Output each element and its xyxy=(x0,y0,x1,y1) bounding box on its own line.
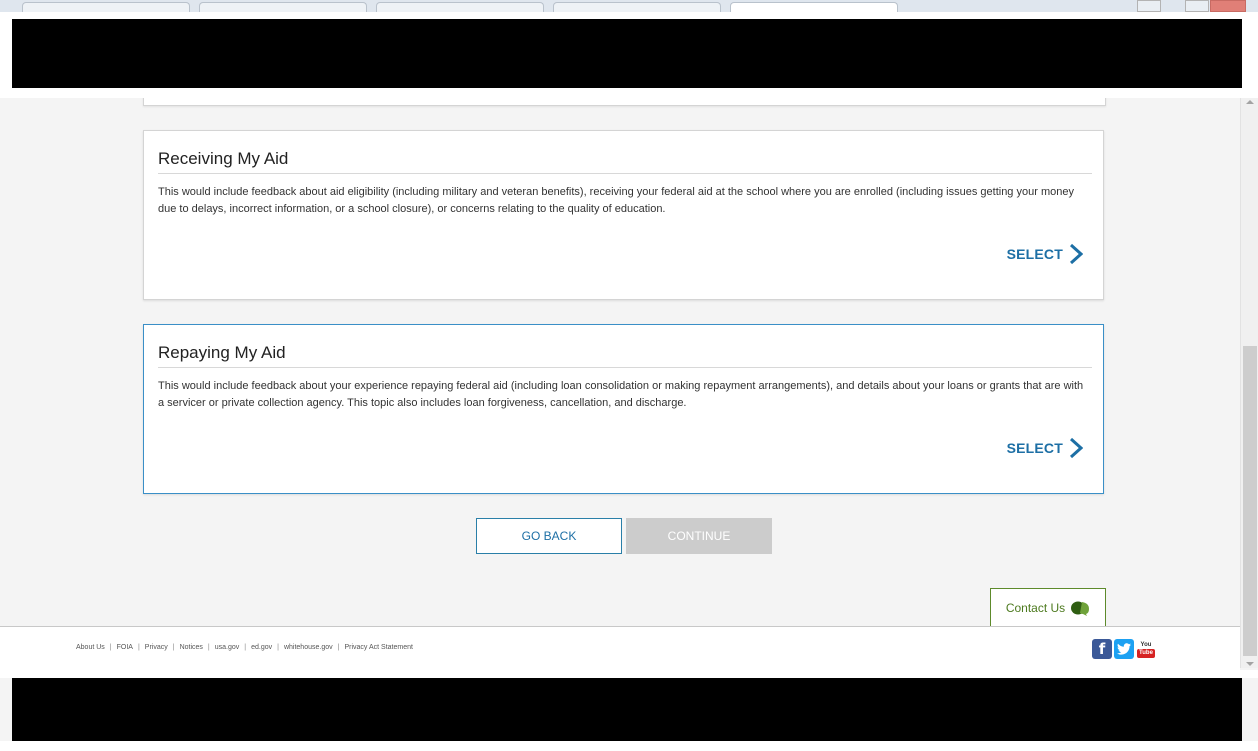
select-repaying-aid-button[interactable]: SELECT xyxy=(1007,437,1083,459)
page-footer: About Us | FOIA | Privacy | Notices | us… xyxy=(0,626,1240,671)
topic-card-title: Receiving My Aid xyxy=(158,149,1092,174)
facebook-icon[interactable]: f xyxy=(1092,639,1112,659)
footer-separator: | xyxy=(244,644,247,651)
scroll-up-icon[interactable] xyxy=(1246,100,1254,104)
topic-card-repaying-aid[interactable]: Repaying My Aid This would include feedb… xyxy=(143,324,1104,494)
footer-link-privacy[interactable]: Privacy xyxy=(145,644,168,651)
topic-card-description: This would include feedback about your e… xyxy=(158,380,1084,409)
footer-separator: | xyxy=(172,644,175,651)
chat-bubble-icon xyxy=(1071,601,1090,616)
footer-link-privacy-act[interactable]: Privacy Act Statement xyxy=(344,644,412,651)
footer-link-foia[interactable]: FOIA xyxy=(117,644,133,651)
restore-window-button[interactable] xyxy=(1185,0,1209,12)
footer-link-notices[interactable]: Notices xyxy=(180,644,203,651)
footer-link-ed-gov[interactable]: ed.gov xyxy=(251,644,272,651)
select-label: SELECT xyxy=(1006,246,1063,262)
footer-link-about-us[interactable]: About Us xyxy=(76,644,105,651)
footer-separator: | xyxy=(337,644,340,651)
topic-card-receiving-aid[interactable]: Receiving My Aid This would include feed… xyxy=(143,130,1104,300)
topic-card-description: This would include feedback about aid el… xyxy=(158,186,1074,215)
continue-button[interactable]: CONTINUE xyxy=(626,518,772,554)
twitter-icon[interactable] xyxy=(1114,639,1134,659)
redacted-footer-region xyxy=(12,678,1242,741)
browser-viewport: Receiving My Aid This would include feed… xyxy=(0,0,1258,751)
go-back-button[interactable]: GO BACK xyxy=(476,518,622,554)
select-receiving-aid-button[interactable]: SELECT xyxy=(1007,243,1083,265)
chevron-right-icon xyxy=(1069,243,1083,265)
footer-separator: | xyxy=(137,644,140,651)
scroll-down-icon[interactable] xyxy=(1246,662,1254,666)
twitter-bird-icon xyxy=(1117,643,1131,655)
footer-separator: | xyxy=(277,644,279,651)
youtube-icon[interactable]: You Tube xyxy=(1136,639,1156,659)
chevron-right-icon xyxy=(1069,437,1083,459)
footer-link-whitehouse-gov[interactable]: whitehouse.gov xyxy=(284,644,333,651)
minimize-window-button[interactable] xyxy=(1137,0,1161,12)
topic-card-title: Repaying My Aid xyxy=(158,343,1092,368)
social-links: f You Tube xyxy=(1092,639,1156,659)
youtube-you-text: You xyxy=(1140,641,1152,648)
footer-link-usa-gov[interactable]: usa.gov xyxy=(215,644,240,651)
footer-separator: | xyxy=(109,644,112,651)
scrollbar-thumb[interactable] xyxy=(1243,346,1257,656)
youtube-tube-text: Tube xyxy=(1137,648,1155,658)
footer-gap xyxy=(0,670,1258,678)
page-scrollbar[interactable] xyxy=(1240,98,1258,668)
previous-topic-card[interactable] xyxy=(143,98,1106,106)
footer-separator: | xyxy=(207,644,210,651)
contact-us-label: Contact Us xyxy=(1005,600,1066,615)
main-content: Receiving My Aid This would include feed… xyxy=(0,98,1240,626)
footer-links: About Us | FOIA | Privacy | Notices | us… xyxy=(76,644,413,651)
close-window-button[interactable] xyxy=(1210,0,1246,12)
bottom-area xyxy=(0,741,1258,751)
navigation-buttons: GO BACK CONTINUE xyxy=(476,518,772,554)
redacted-header-region xyxy=(12,19,1242,88)
contact-us-button[interactable]: Contact Us xyxy=(990,588,1106,626)
select-label: SELECT xyxy=(1006,440,1063,456)
